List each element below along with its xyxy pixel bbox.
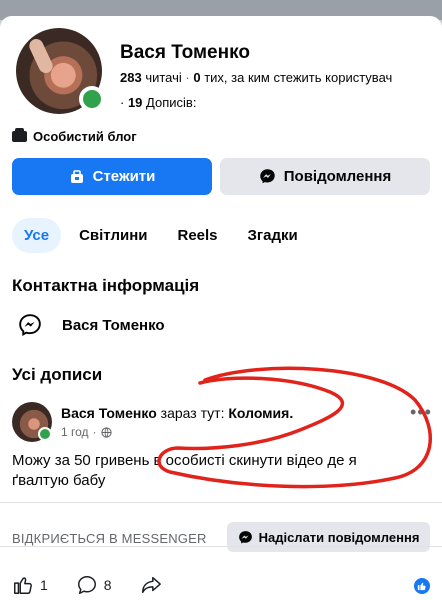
comment-action[interactable]: 8 [76, 574, 112, 596]
thumbs-up-icon [14, 577, 32, 594]
follow-icon [70, 169, 83, 183]
follow-button[interactable]: Стежити [12, 158, 212, 195]
contact-messenger-name: Вася Томенко [62, 316, 165, 334]
profile-category: Особистий блог [12, 128, 137, 144]
messenger-icon [260, 169, 275, 184]
send-message-button[interactable]: Надіслати повідомлення [227, 522, 430, 552]
comment-count: 8 [103, 577, 112, 593]
posts-label: Дописів: [146, 95, 197, 110]
briefcase-icon [12, 128, 27, 142]
stats-separator: · [120, 95, 128, 110]
like-action[interactable]: 1 [12, 574, 48, 596]
comment-icon [77, 576, 96, 594]
post-location[interactable]: Коломия. [228, 405, 293, 421]
posts-count: 19 [127, 95, 143, 110]
share-icon [141, 576, 161, 594]
message-button[interactable]: Повідомлення [220, 158, 430, 195]
thumbs-up-icon [417, 582, 426, 591]
following-label[interactable]: тих, за ким стежить користувач [204, 70, 392, 85]
category-label: Особистий блог [33, 129, 137, 144]
tab-photos[interactable]: Світлини [67, 218, 159, 253]
message-label: Повідомлення [283, 168, 392, 185]
post-author[interactable]: Вася Томенко [61, 405, 157, 421]
post-meta: 1 год · [61, 425, 112, 439]
messenger-icon [19, 314, 41, 336]
online-status-dot [79, 86, 105, 112]
profile-name: Вася Томенко [120, 42, 250, 63]
tab-all[interactable]: Усе [12, 218, 62, 253]
profile-sheet: Вася Томенко 283 читачі · 0 тих, за ким … [0, 16, 442, 600]
post-divider [0, 502, 442, 503]
share-action[interactable] [140, 574, 162, 596]
more-options-icon[interactable]: ••• [410, 402, 432, 423]
post-online-dot [38, 427, 52, 441]
post-actions: 1 8 [12, 574, 162, 596]
send-message-label: Надіслати повідомлення [258, 529, 420, 545]
tab-reels[interactable]: Reels [165, 218, 229, 253]
post-location-prefix: зараз тут: [160, 405, 225, 421]
post-time[interactable]: 1 год [61, 425, 89, 439]
followers-label[interactable]: читачі [145, 70, 181, 85]
actions-divider [0, 546, 442, 547]
contact-messenger[interactable]: Вася Томенко [18, 313, 165, 337]
post-text: Можу за 50 гривень в особисті скинути ві… [12, 452, 357, 489]
reaction-like-badge [414, 578, 430, 594]
globe-icon [100, 426, 112, 438]
tab-mentions[interactable]: Згадки [236, 218, 310, 253]
posts-stats: · 19 Дописів: [120, 95, 196, 110]
like-count: 1 [40, 577, 48, 593]
messenger-open-label: ВІДКРИЄТЬСЯ В MESSENGER [12, 531, 207, 546]
meta-separator: · [92, 425, 97, 439]
post-header: Вася Томенко зараз тут: Коломия. [61, 405, 293, 421]
contact-section-title: Контактна інформація [12, 276, 200, 295]
messenger-icon [238, 530, 252, 543]
profile-tabs: Усе Світлини Reels Згадки [12, 218, 310, 253]
follow-label: Стежити [92, 168, 156, 185]
following-count[interactable]: 0 [193, 70, 200, 85]
profile-stats: 283 читачі · 0 тих, за ким стежить корис… [120, 70, 392, 85]
followers-count[interactable]: 283 [120, 70, 142, 85]
posts-section-title: Усі дописи [12, 365, 103, 384]
